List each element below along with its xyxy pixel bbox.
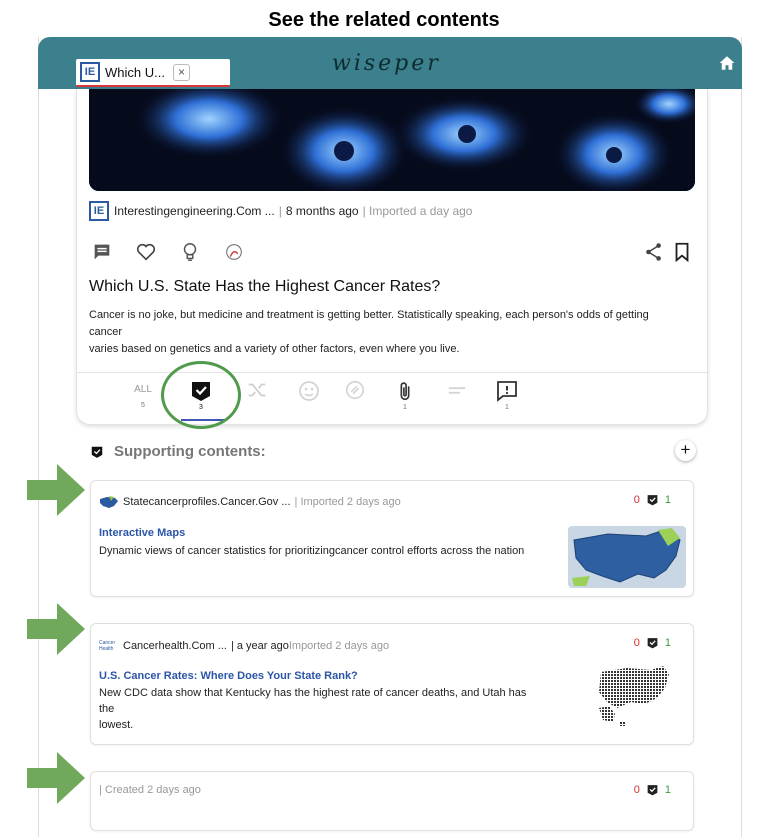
person-icon xyxy=(299,381,319,401)
shuffle-icon xyxy=(248,383,266,397)
action-row xyxy=(91,241,693,265)
related-source-row: Statecancerprofiles.Cancer.Gov ... | Imp… xyxy=(99,495,401,509)
desc-line: Cancer is no joke, but medicine and trea… xyxy=(89,309,649,321)
share-icon[interactable] xyxy=(643,241,665,263)
desc-line: cancer xyxy=(89,326,123,338)
related-description: Dynamic views of cancer statistics for p… xyxy=(99,545,525,557)
tab-all[interactable]: ALL 5 xyxy=(123,379,163,411)
downvote-count[interactable]: 0 xyxy=(634,494,640,506)
browser-tab[interactable]: IE Which U... × xyxy=(76,59,230,87)
upvote-count[interactable]: 1 xyxy=(665,637,671,649)
upvote-count[interactable]: 1 xyxy=(665,784,671,796)
shield-check-icon xyxy=(91,446,103,458)
comment-icon[interactable] xyxy=(91,241,113,263)
related-title[interactable]: Interactive Maps xyxy=(99,527,185,539)
supporting-heading: Supporting contents: xyxy=(90,443,266,460)
source-imported: | Imported a day ago xyxy=(362,204,473,218)
paperclip-icon xyxy=(400,382,410,401)
tab-conflicting[interactable] xyxy=(237,379,277,401)
app-header: IE Which U... × wiseper xyxy=(38,37,742,89)
cell-microscopy-image xyxy=(89,89,695,191)
downvote-count[interactable]: 0 xyxy=(634,637,640,649)
article-title[interactable]: Which U.S. State Has the Highest Cancer … xyxy=(89,278,440,296)
related-description: New CDC data show that Kentucky has the … xyxy=(99,685,526,733)
related-title[interactable]: U.S. Cancer Rates: Where Does Your State… xyxy=(99,670,358,682)
downvote-count[interactable]: 0 xyxy=(634,784,640,796)
home-icon[interactable] xyxy=(718,54,736,72)
add-supporting-button[interactable]: + xyxy=(675,440,696,461)
filter-tab-bar: ALL 5 3 1 1 xyxy=(77,361,709,429)
tab-people[interactable] xyxy=(289,379,329,403)
desc-line: the xyxy=(99,703,115,715)
related-age: | a year ago xyxy=(230,640,289,652)
heart-icon[interactable] xyxy=(135,241,157,263)
source-favicon: IE xyxy=(89,201,109,221)
tab-label: ALL xyxy=(134,384,152,395)
related-content-card[interactable]: | Created 2 days ago 0 1 xyxy=(90,771,694,831)
arrow-annotation-icon xyxy=(27,464,85,516)
desc-line: lowest. xyxy=(99,719,134,731)
related-meta: Imported 2 days ago xyxy=(288,640,390,652)
article-description: Cancer is no joke, but medicine and trea… xyxy=(89,307,679,358)
tab-count: 1 xyxy=(505,404,509,411)
related-meta: | Created 2 days ago xyxy=(99,784,201,796)
us-map-favicon-icon xyxy=(100,496,118,508)
tab-notes[interactable] xyxy=(437,379,477,401)
upvote-count[interactable]: 1 xyxy=(665,494,671,506)
tab-attachments[interactable]: 1 xyxy=(385,379,425,413)
us-map-thumbnail xyxy=(568,526,686,588)
feedback-icon xyxy=(497,381,517,402)
close-icon[interactable]: × xyxy=(172,63,190,81)
vote-counter: 0 1 xyxy=(634,636,671,650)
tab-count: 5 xyxy=(141,402,145,409)
tab-comments[interactable]: 1 xyxy=(487,379,527,413)
related-source-row: Cancer Health Cancerhealth.Com ... | a y… xyxy=(99,640,389,652)
related-meta: | Imported 2 days ago xyxy=(294,496,401,508)
main-content-card: IE Interestingengineering.Com ... | 8 mo… xyxy=(76,89,709,429)
bookmark-icon[interactable] xyxy=(671,241,693,263)
supporting-heading-text: Supporting contents: xyxy=(114,443,266,460)
app-logo: wiseper xyxy=(332,51,441,76)
vote-counter: 0 1 xyxy=(634,493,671,507)
arrow-annotation-icon xyxy=(27,603,85,655)
desc-line: New CDC data show that Kentucky has the … xyxy=(99,687,527,699)
us-map-thumbnail xyxy=(569,662,685,732)
person-annotate-icon[interactable] xyxy=(223,241,245,263)
hero-image xyxy=(89,89,695,191)
tab-favicon: IE xyxy=(80,62,100,82)
highlight-annotation xyxy=(161,361,241,429)
shield-check-icon xyxy=(647,495,658,506)
vote-counter: 0 1 xyxy=(634,783,671,797)
related-source-name[interactable]: Statecancerprofiles.Cancer.Gov ... xyxy=(123,496,291,508)
cancerhealth-favicon-icon: Cancer Health xyxy=(99,640,116,652)
source-name[interactable]: Interestingengineering.Com ... xyxy=(114,204,275,218)
arrow-annotation-icon xyxy=(27,752,85,804)
tab-linked[interactable] xyxy=(335,379,375,401)
related-content-card[interactable]: Statecancerprofiles.Cancer.Gov ... | Imp… xyxy=(90,480,694,597)
lightbulb-icon[interactable] xyxy=(179,241,201,263)
tab-title: Which U... xyxy=(105,64,165,80)
notes-icon xyxy=(448,387,466,394)
shield-check-icon xyxy=(647,638,658,649)
link-circle-icon xyxy=(345,380,365,400)
source-separator: | xyxy=(278,204,282,218)
source-age: 8 months ago xyxy=(285,204,359,218)
main-source-row: IE Interestingengineering.Com ... | 8 mo… xyxy=(89,201,472,221)
shield-check-icon xyxy=(647,785,658,796)
related-source-name[interactable]: Cancerhealth.Com ... xyxy=(123,640,227,652)
tab-count: 1 xyxy=(403,404,407,411)
page-caption: See the related contents xyxy=(268,9,500,31)
related-content-card[interactable]: Cancer Health Cancerhealth.Com ... | a y… xyxy=(90,623,694,745)
related-source-row: | Created 2 days ago xyxy=(99,784,201,796)
desc-line: varies based on genetics and a variety o… xyxy=(89,343,460,355)
